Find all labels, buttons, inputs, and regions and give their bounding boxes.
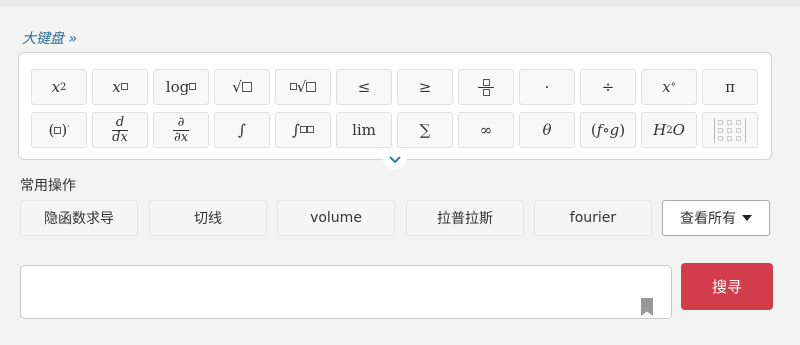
key-infinity[interactable]: ∞ <box>458 112 514 148</box>
key-limit[interactable]: lim <box>336 112 392 148</box>
key-less-equal[interactable]: ≤ <box>336 69 392 105</box>
key-sum[interactable]: ∑ <box>397 112 453 148</box>
search-input[interactable] <box>20 265 672 319</box>
key-chemistry[interactable]: H2O <box>641 112 697 148</box>
key-theta[interactable]: θ <box>519 112 575 148</box>
op-fourier[interactable]: fourier <box>534 200 652 236</box>
key-derivative-prime[interactable]: () ′ <box>31 112 87 148</box>
op-tangent-line[interactable]: 切线 <box>149 200 267 236</box>
key-divide[interactable]: ÷ <box>580 69 636 105</box>
key-nth-root[interactable]: √ <box>275 69 331 105</box>
key-x-squared[interactable]: x2 <box>31 69 87 105</box>
key-x-power[interactable]: x <box>92 69 148 105</box>
search-button[interactable]: 搜寻 <box>681 263 773 310</box>
bookmark-icon[interactable] <box>641 298 653 316</box>
view-all-dropdown[interactable]: 查看所有 <box>662 200 770 236</box>
view-all-label: 查看所有 <box>680 211 736 227</box>
key-fraction[interactable] <box>458 69 514 105</box>
key-dot[interactable]: · <box>519 69 575 105</box>
op-volume[interactable]: volume <box>277 200 395 236</box>
key-pi[interactable]: π <box>702 69 758 105</box>
key-d-dx[interactable]: d dx <box>92 112 148 148</box>
key-degree[interactable]: x ° <box>641 69 697 105</box>
op-implicit-derivative[interactable]: 隐函数求导 <box>20 200 138 236</box>
collapse-keyboard-icon[interactable] <box>383 150 407 170</box>
top-bar <box>0 0 800 6</box>
key-matrix[interactable] <box>702 112 758 148</box>
op-laplace[interactable]: 拉普拉斯 <box>406 200 524 236</box>
key-partial[interactable]: ∂ ∂x <box>153 112 209 148</box>
keyboard-title[interactable]: 大键盘 » <box>22 28 77 48</box>
key-sqrt[interactable]: √ <box>214 69 270 105</box>
common-ops-title: 常用操作 <box>20 178 76 194</box>
caret-down-icon <box>742 215 752 221</box>
key-greater-equal[interactable]: ≥ <box>397 69 453 105</box>
key-definite-integral[interactable]: ∫ <box>275 112 331 148</box>
key-log[interactable]: log <box>153 69 209 105</box>
math-keyboard: x2 x log √ √ ≤ ≥ · ÷ x ° π () ′ d dx ∂ ∂x ∫ … <box>18 52 772 160</box>
key-integral[interactable]: ∫ <box>214 112 270 148</box>
key-composition[interactable]: (f ∘ g) <box>580 112 636 148</box>
